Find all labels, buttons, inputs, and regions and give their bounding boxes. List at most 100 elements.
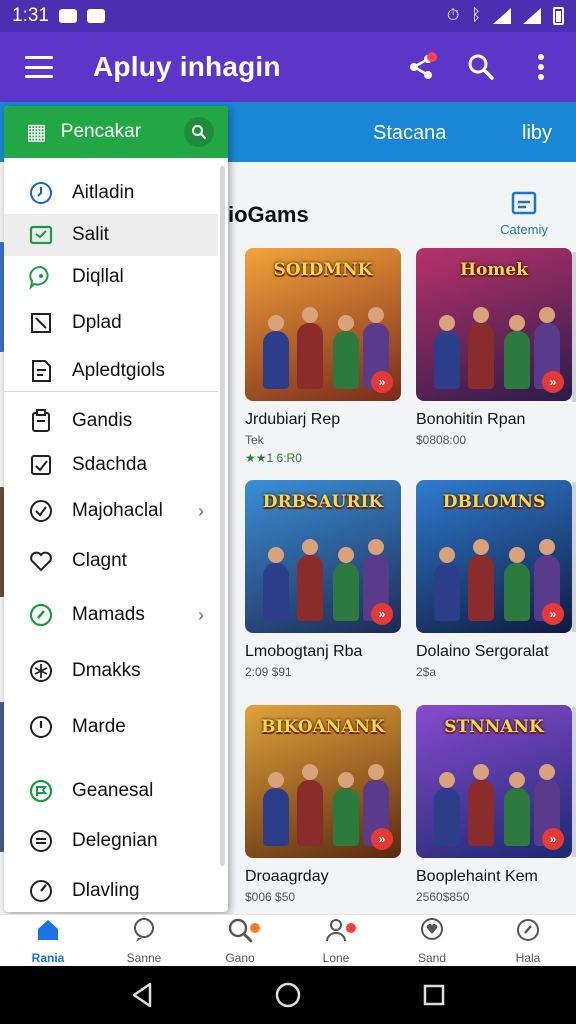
tablet-icon — [28, 222, 54, 248]
play-badge-icon[interactable]: » — [371, 371, 393, 393]
message-notification-icon — [86, 9, 105, 23]
drawer-item-aitladin[interactable]: Aitladin — [4, 172, 218, 214]
drawer-item-dlavling[interactable]: Dlavling — [4, 870, 218, 912]
home-button-icon[interactable] — [274, 981, 302, 1009]
nav-item-gano[interactable]: Gano — [192, 915, 288, 966]
bluetooth-icon: ᛒ — [471, 7, 481, 24]
game-thumbnail[interactable]: DRBSAURIK » — [245, 480, 401, 633]
character-figure — [333, 547, 359, 621]
game-name: Jrdubiarj Rep — [245, 411, 341, 428]
play-badge-icon[interactable]: » — [371, 603, 393, 625]
game-thumbnail[interactable]: BIKOANANK » — [245, 705, 401, 858]
heart-icon — [28, 548, 54, 574]
game-card[interactable]: DRBSAURIK » Lmobogtanj Rba 2:09 $91 — [245, 480, 403, 679]
drawer-header: ▦ Pencakar — [4, 106, 228, 158]
status-time: 1:31 — [12, 5, 49, 26]
character-figure — [434, 315, 460, 389]
game-name: Booplehaint Kem — [416, 868, 538, 885]
chevron-right-icon: › — [198, 604, 204, 625]
drawer-item-gandis[interactable]: Gandis — [4, 400, 218, 442]
tab-stacana[interactable]: Stacana — [373, 122, 446, 145]
drawer-item-dplad[interactable]: Dplad — [4, 302, 218, 344]
drawer-item-sdachda[interactable]: Sdachda — [4, 444, 218, 486]
compass-icon — [514, 916, 542, 951]
flag-circle-icon — [28, 778, 54, 804]
game-card[interactable]: BIKOANANK » Droaagrday $006 $50 — [245, 705, 403, 904]
game-price: $006 $50 — [245, 890, 296, 904]
game-name: Droaagrday — [245, 868, 329, 885]
character-figure — [333, 772, 359, 846]
drawer-item-marde[interactable]: Marde — [4, 706, 218, 748]
drawer-item-dmakks[interactable]: Dmakks — [4, 650, 218, 692]
nav-item-label: Gano — [225, 951, 255, 965]
game-art-title: STNNANK — [444, 717, 544, 737]
app-notification-icon — [58, 9, 77, 23]
drawer-item-delegnian[interactable]: Delegnian — [4, 820, 218, 862]
play-badge-icon[interactable]: » — [542, 828, 564, 850]
nav-item-hala[interactable]: Hala — [480, 915, 576, 966]
play-badge-icon[interactable]: » — [542, 371, 564, 393]
nav-item-label: Hala — [515, 951, 541, 965]
notification-dot — [346, 923, 356, 933]
drawer-item-label: Delegnian — [72, 830, 158, 851]
nav-item-label: Rania — [31, 951, 65, 965]
drawer-item-label: Majohaclal — [72, 500, 163, 521]
game-price: Tek — [245, 433, 264, 447]
nav-item-label: Sand — [417, 951, 447, 965]
document-icon — [28, 358, 54, 384]
drawer-item-label: Dlavling — [72, 880, 140, 901]
drawer-item-label: Geanesal — [72, 780, 154, 801]
game-card[interactable]: SOIDMNK » Jrdubiarj Rep Tek ★★1 6:R0 — [245, 248, 403, 465]
more-vert-icon[interactable] — [526, 52, 556, 82]
alarm-icon: ⏱ — [446, 7, 460, 24]
game-thumbnail[interactable]: Homek » — [416, 248, 572, 401]
chat-icon — [130, 916, 158, 951]
wifi-icon — [493, 8, 511, 24]
nav-item-rania[interactable]: Rania — [0, 915, 96, 966]
drawer-item-diqllal[interactable]: Diqllal — [4, 256, 218, 298]
game-thumbnail[interactable]: STNNANK » — [416, 705, 572, 858]
play-badge-icon[interactable]: » — [542, 603, 564, 625]
grid-logo-icon: ▦ — [26, 119, 47, 144]
drawer-item-label: Apledtgiols — [72, 360, 165, 381]
tab-liby[interactable]: liby — [522, 122, 552, 145]
back-icon[interactable] — [130, 982, 154, 1008]
drawer-item-apledtgiols[interactable]: Apledtgiols — [4, 350, 218, 392]
character-figure — [263, 772, 289, 846]
menu-icon[interactable] — [25, 56, 53, 78]
drawer-item-geanesal[interactable]: Geanesal — [4, 770, 218, 812]
game-card[interactable]: DBLOMNS » Dolaino Sergoralat 2$a — [416, 480, 574, 679]
app-title: Apluy inhagin — [93, 51, 281, 82]
game-rating: ★★1 6:R0 — [245, 451, 302, 465]
character-figure — [263, 547, 289, 621]
category-icon — [511, 191, 537, 215]
game-card[interactable]: Homek » Bonohitin Rpan $0808:00 — [416, 248, 574, 447]
drawer-divider — [4, 391, 218, 392]
recents-icon[interactable] — [422, 983, 446, 1007]
game-thumbnail[interactable]: DBLOMNS » — [416, 480, 572, 633]
drawer-item-mamads[interactable]: Mamads › — [4, 594, 218, 636]
category-link[interactable]: Catemiy — [494, 190, 554, 237]
drawer-item-salit[interactable]: Salit — [4, 214, 218, 256]
compass-icon — [28, 602, 54, 628]
nav-item-sand[interactable]: Sand — [384, 915, 480, 966]
navigation-drawer: ▦ Pencakar Aitladin Salit Diqllal Dplad Aple… — [4, 106, 228, 912]
drawer-item-clagnt[interactable]: Clagnt — [4, 540, 218, 582]
play-badge-icon[interactable]: » — [371, 828, 393, 850]
game-thumbnail[interactable]: SOIDMNK » — [245, 248, 401, 401]
drawer-scrollbar[interactable] — [220, 166, 225, 866]
character-figure — [504, 772, 530, 846]
character-figure — [333, 315, 359, 389]
search-icon[interactable] — [466, 52, 496, 82]
drawer-item-majohaclal[interactable]: Majohaclal › — [4, 490, 218, 532]
check-circle-icon — [28, 498, 54, 524]
game-art-title: DBLOMNS — [442, 492, 546, 512]
person-icon — [322, 916, 350, 951]
nav-item-sanne[interactable]: Sanne — [96, 915, 192, 966]
share-icon[interactable] — [406, 52, 437, 82]
game-card[interactable]: STNNANK » Booplehaint Kem 2560$850 — [416, 705, 574, 904]
nav-item-lone[interactable]: Lone — [288, 915, 384, 966]
game-price: $0808:00 — [416, 433, 467, 447]
drawer-search-icon[interactable] — [184, 117, 214, 147]
home-icon — [34, 916, 62, 951]
